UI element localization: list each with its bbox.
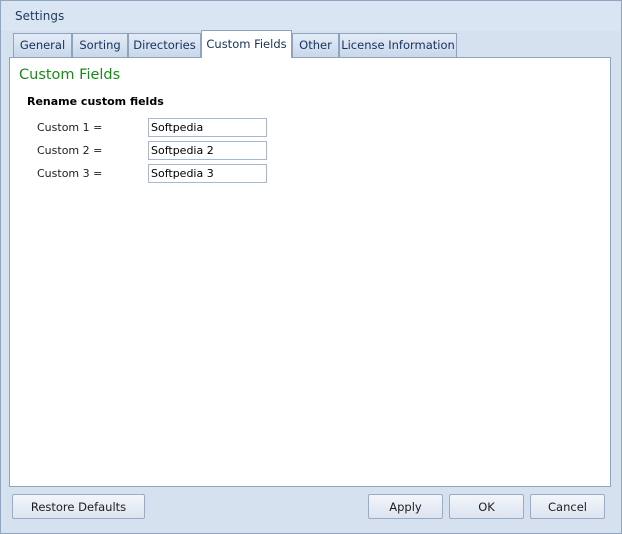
custom-field-input-2[interactable] bbox=[148, 141, 267, 160]
custom-field-input-3[interactable] bbox=[148, 164, 267, 183]
title-bar: Settings bbox=[1, 1, 621, 31]
cancel-button[interactable]: Cancel bbox=[530, 494, 605, 519]
custom-field-label-3: Custom 3 = bbox=[37, 167, 103, 180]
custom-fields-panel: Custom Fields Rename custom fields Custo… bbox=[9, 57, 611, 487]
group-title: Rename custom fields bbox=[27, 95, 164, 108]
restore-defaults-button[interactable]: Restore Defaults bbox=[12, 494, 145, 519]
tab-other[interactable]: Other bbox=[292, 33, 339, 57]
ok-button[interactable]: OK bbox=[449, 494, 524, 519]
tab-sorting[interactable]: Sorting bbox=[72, 33, 128, 57]
tab-general[interactable]: General bbox=[13, 33, 72, 57]
custom-field-label-1: Custom 1 = bbox=[37, 121, 103, 134]
window-title: Settings bbox=[15, 9, 65, 23]
custom-field-label-2: Custom 2 = bbox=[37, 144, 103, 157]
custom-field-row-1: Custom 1 = bbox=[37, 118, 277, 137]
custom-field-row-2: Custom 2 = bbox=[37, 141, 277, 160]
tab-license-information[interactable]: License Information bbox=[339, 33, 457, 57]
tab-directories[interactable]: Directories bbox=[128, 33, 201, 57]
settings-window: Settings General Sorting Directories Cus… bbox=[0, 0, 622, 534]
section-title: Custom Fields bbox=[19, 67, 121, 83]
tab-custom-fields[interactable]: Custom Fields bbox=[201, 30, 292, 58]
custom-field-input-1[interactable] bbox=[148, 118, 267, 137]
apply-button[interactable]: Apply bbox=[368, 494, 443, 519]
custom-field-row-3: Custom 3 = bbox=[37, 164, 277, 183]
